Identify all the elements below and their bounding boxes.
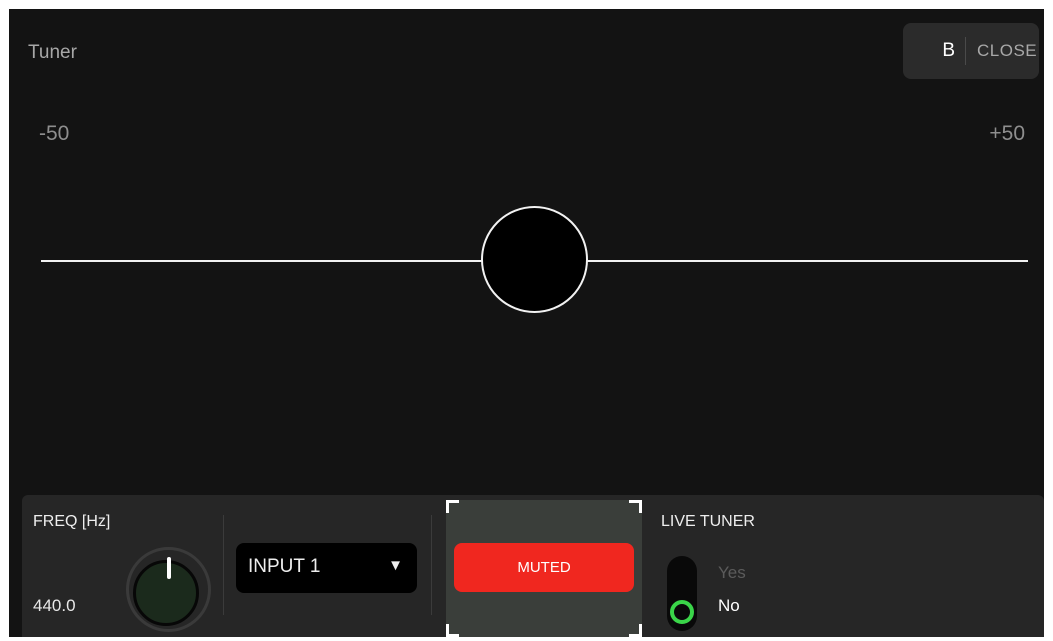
- page-title: Tuner: [28, 42, 77, 63]
- focus-corner: [629, 624, 642, 637]
- focus-corner: [446, 500, 459, 513]
- freq-value: 440.0: [33, 596, 76, 615]
- toggle-knob[interactable]: [670, 600, 694, 624]
- divider: [431, 515, 432, 615]
- b-badge[interactable]: B: [903, 40, 965, 62]
- live-tuner-toggle[interactable]: [667, 556, 697, 631]
- focus-corner: [446, 624, 459, 637]
- knob-pointer-icon: [167, 557, 171, 579]
- input-select[interactable]: INPUT 1 ▼: [236, 543, 417, 593]
- scale-min-label: -50: [39, 122, 70, 145]
- live-tuner-option-no[interactable]: No: [718, 596, 740, 616]
- tuning-indicator: [481, 206, 588, 313]
- divider: [223, 515, 224, 615]
- live-tuner-option-yes[interactable]: Yes: [718, 563, 746, 583]
- tuner-window: Tuner B CLOSE -50 +50 FREQ [Hz] 440.0 IN…: [9, 9, 1044, 637]
- scale-max-label: +50: [989, 122, 1025, 145]
- caret-down-icon: ▼: [388, 557, 403, 574]
- mute-zone: MUTED: [446, 500, 642, 637]
- mute-button[interactable]: MUTED: [454, 543, 634, 592]
- input-select-value: INPUT 1: [248, 556, 321, 577]
- live-tuner-label: LIVE TUNER: [661, 513, 755, 530]
- close-button[interactable]: CLOSE: [966, 41, 1037, 61]
- freq-label: FREQ [Hz]: [33, 513, 111, 530]
- controls-panel: FREQ [Hz] 440.0 INPUT 1 ▼ MUTED LIVE TUN…: [22, 495, 1044, 637]
- freq-knob[interactable]: [133, 560, 199, 626]
- close-bar[interactable]: B CLOSE: [903, 23, 1039, 79]
- focus-corner: [629, 500, 642, 513]
